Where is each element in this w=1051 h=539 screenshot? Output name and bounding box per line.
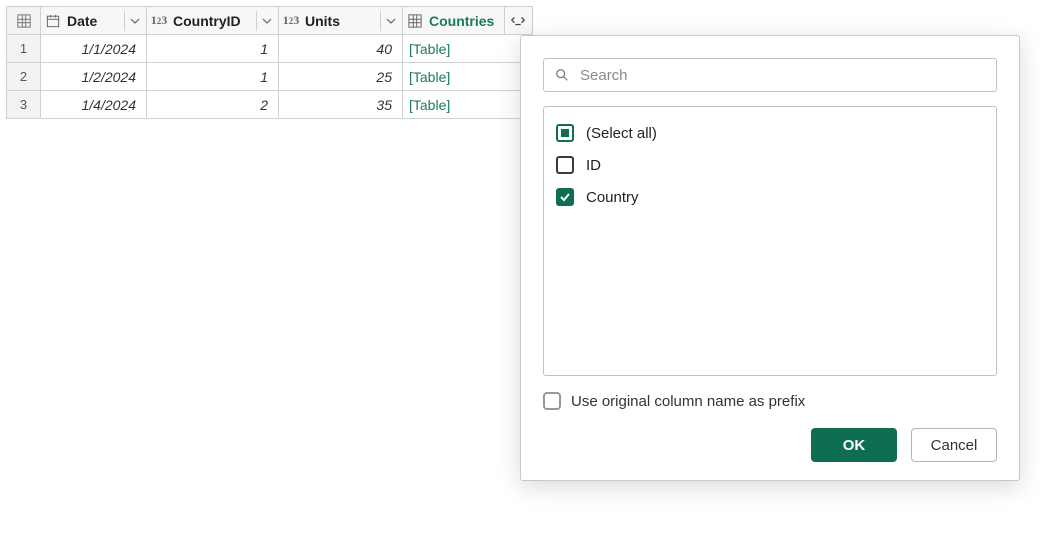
cell-date[interactable]: 1/1/2024 [41, 35, 147, 63]
cell-countryid[interactable]: 1 [147, 63, 279, 91]
expand-columns-popup: (Select all) ID Country Use original col… [520, 35, 1020, 481]
table-type-icon [405, 11, 425, 31]
table-row[interactable]: 2 1/2/2024 1 25 [Table] [7, 63, 533, 91]
dropdown-icon[interactable] [256, 11, 276, 31]
prefix-checkbox-row[interactable]: Use original column name as prefix [543, 392, 997, 410]
cell-date[interactable]: 1/2/2024 [41, 63, 147, 91]
table-row[interactable]: 1 1/1/2024 1 40 [Table] [7, 35, 533, 63]
number-type-icon: 123 [281, 11, 301, 31]
checkbox-label: ID [586, 157, 601, 174]
ok-button[interactable]: OK [811, 428, 897, 462]
cell-countryid[interactable]: 2 [147, 91, 279, 119]
row-number: 2 [7, 63, 41, 91]
table-row[interactable]: 3 1/4/2024 2 35 [Table] [7, 91, 533, 119]
cell-date[interactable]: 1/4/2024 [41, 91, 147, 119]
row-number: 1 [7, 35, 41, 63]
cell-units[interactable]: 40 [279, 35, 403, 63]
cell-countries[interactable]: [Table] [403, 63, 533, 91]
checkbox-partial-icon[interactable] [556, 124, 574, 142]
search-icon [554, 67, 570, 83]
row-number: 3 [7, 91, 41, 119]
dropdown-icon[interactable] [380, 11, 400, 31]
column-header-units[interactable]: 123 Units [279, 7, 402, 34]
number-type-icon: 123 [149, 11, 169, 31]
table-icon [17, 14, 31, 28]
expand-icon[interactable] [504, 7, 530, 34]
cell-countries[interactable]: [Table] [403, 91, 533, 119]
column-label: Countries [427, 13, 504, 29]
button-row: OK Cancel [543, 428, 997, 462]
checkbox-unchecked-icon[interactable] [556, 156, 574, 174]
cell-units[interactable]: 35 [279, 91, 403, 119]
checkbox-checked-icon[interactable] [556, 188, 574, 206]
prefix-label: Use original column name as prefix [571, 393, 805, 410]
column-checkbox-list: (Select all) ID Country [543, 106, 997, 376]
workspace: Date 123 CountryID [0, 0, 1051, 539]
column-label: Date [65, 13, 124, 29]
checkbox-unchecked-icon[interactable] [543, 392, 561, 410]
column-header-countryid[interactable]: 123 CountryID [147, 7, 278, 34]
checkbox-country[interactable]: Country [556, 181, 984, 213]
search-input-wrapper[interactable] [543, 58, 997, 92]
calendar-icon [43, 11, 63, 31]
column-label: Units [303, 13, 380, 29]
row-index-header[interactable] [7, 7, 40, 34]
checkbox-select-all[interactable]: (Select all) [556, 117, 984, 149]
checkbox-label: Country [586, 189, 639, 206]
search-input[interactable] [578, 66, 986, 85]
cell-countryid[interactable]: 1 [147, 35, 279, 63]
column-header-countries[interactable]: Countries [403, 7, 532, 34]
cell-units[interactable]: 25 [279, 63, 403, 91]
checkbox-label: (Select all) [586, 125, 657, 142]
checkbox-id[interactable]: ID [556, 149, 984, 181]
data-table: Date 123 CountryID [6, 6, 533, 119]
cancel-button[interactable]: Cancel [911, 428, 997, 462]
column-header-date[interactable]: Date [41, 7, 146, 34]
column-label: CountryID [171, 13, 256, 29]
dropdown-icon[interactable] [124, 11, 144, 31]
cell-countries[interactable]: [Table] [403, 35, 533, 63]
